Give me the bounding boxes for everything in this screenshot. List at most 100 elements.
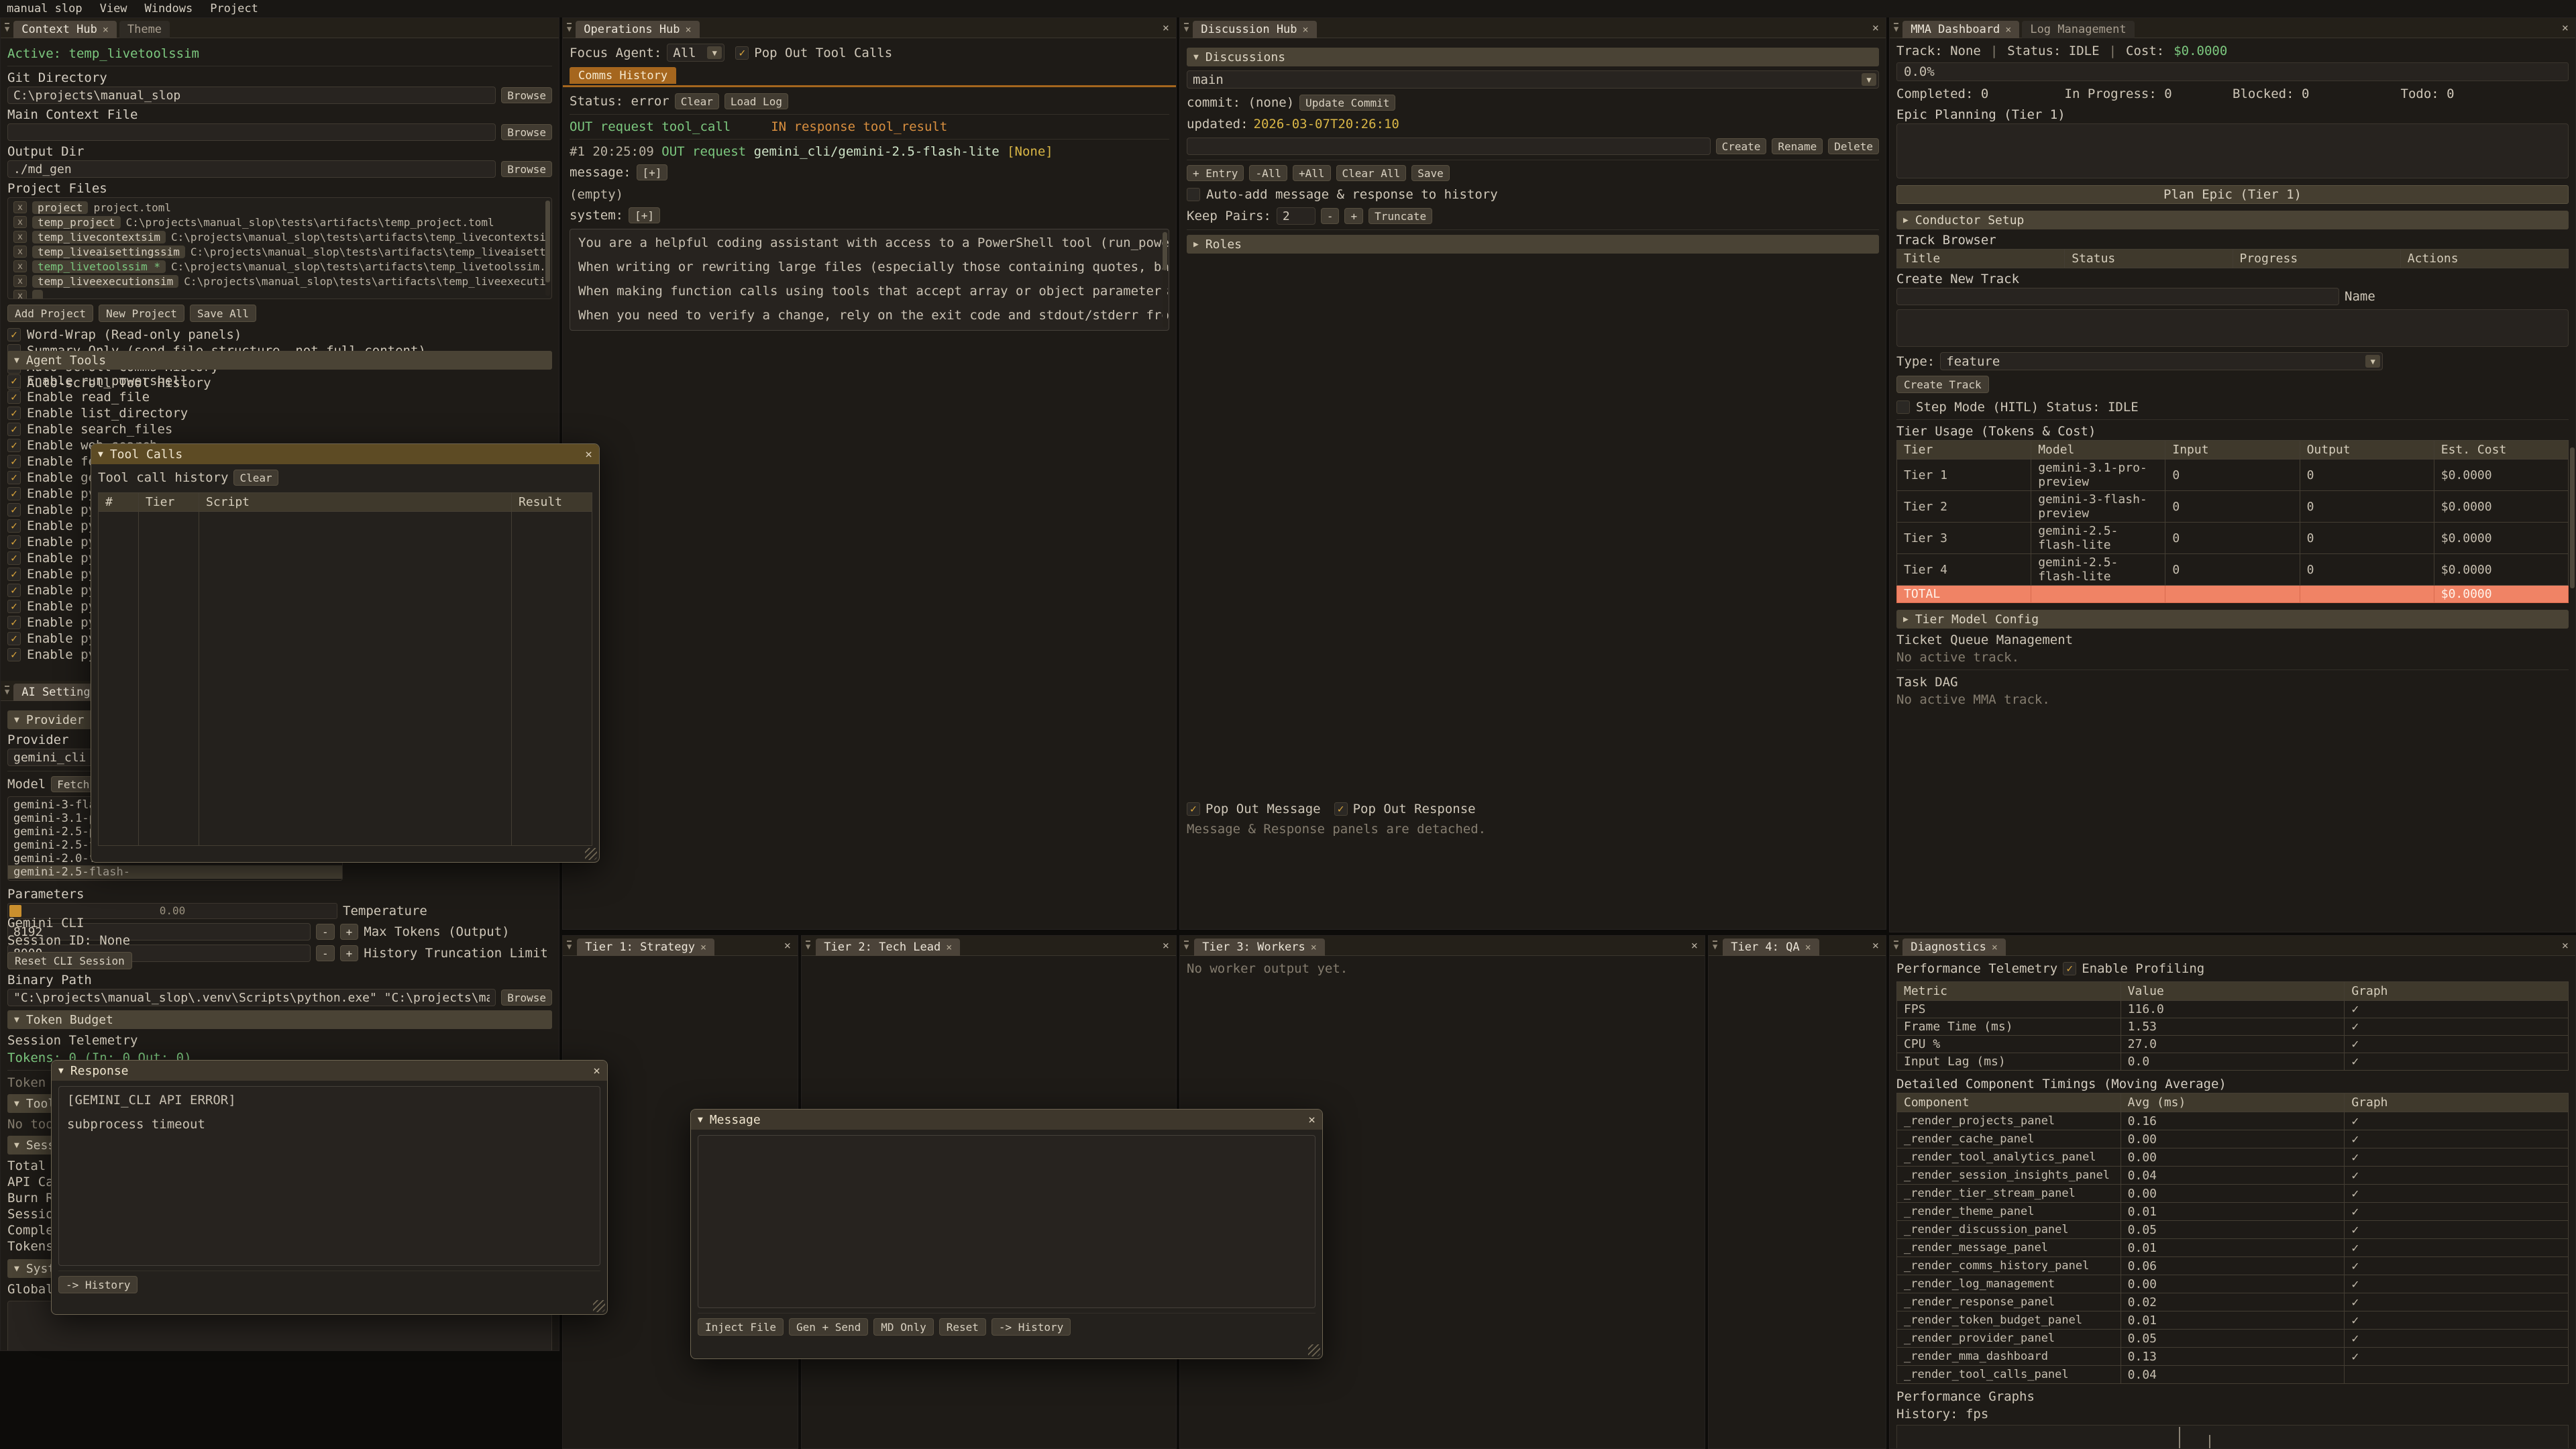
tab-close-icon[interactable]: × (946, 941, 952, 953)
tier-model-config-header[interactable]: ▶ Tier Model Config (1896, 610, 2569, 629)
filter-icon[interactable]: ▼ (567, 941, 572, 951)
panel-close-icon[interactable]: × (1872, 939, 1882, 953)
tool-toggle-row[interactable]: ✓ Enable list_directory (7, 406, 552, 421)
message-window[interactable]: ▼ Message × Inject FileGen + SendMD Only… (690, 1109, 1323, 1359)
checkbox[interactable]: ✓ (7, 551, 21, 565)
agent-tools-header[interactable]: ▼ Agent Tools (7, 351, 552, 370)
history-action-button[interactable]: -All (1249, 165, 1287, 181)
reset-cli-session-button[interactable]: Reset CLI Session (7, 952, 132, 969)
system-prompt-box[interactable]: You are a helpful coding assistant with … (570, 229, 1169, 331)
graph-checkbox[interactable] (2345, 1366, 2569, 1384)
history-action-button[interactable]: +All (1293, 165, 1331, 181)
tool-toggle-row[interactable]: ✓ Enable run_powershell (7, 374, 552, 388)
track-name-input[interactable] (1896, 288, 2339, 305)
filter-icon[interactable]: ▼ (1713, 941, 1717, 951)
history-action-button[interactable]: Save (1411, 165, 1450, 181)
project-file-row[interactable]: x temp_liveexecutionsim C:\projects\manu… (8, 274, 551, 288)
expand-system-button[interactable]: [+] (629, 207, 660, 223)
graph-checkbox[interactable]: ✓ (2345, 1053, 2569, 1071)
project-file-row[interactable]: x project project.toml (8, 200, 551, 215)
filter-icon[interactable]: ▼ (5, 23, 9, 33)
update-commit-button[interactable]: Update Commit (1299, 95, 1395, 111)
project-action-button[interactable]: Add Project (7, 305, 93, 322)
window-close-icon[interactable]: × (1308, 1113, 1316, 1127)
conductor-setup-header[interactable]: ▶ Conductor Setup (1896, 211, 2569, 229)
graph-checkbox[interactable]: ✓ (2345, 1203, 2569, 1221)
expand-message-button[interactable]: [+] (637, 164, 668, 180)
tab-theme[interactable]: Theme (119, 21, 170, 38)
checkbox[interactable]: ✓ (7, 407, 21, 420)
response-titlebar[interactable]: ▼ Response × (52, 1061, 607, 1081)
message-action-button[interactable]: Reset (939, 1318, 986, 1336)
resize-grip[interactable] (585, 848, 597, 860)
clear-button[interactable]: Clear (675, 93, 719, 109)
binary-path-input[interactable] (7, 989, 496, 1006)
graph-checkbox[interactable]: ✓ (2345, 1148, 2569, 1167)
enable-profiling-checkbox[interactable]: ✓ (2063, 962, 2076, 975)
rename-button[interactable]: Rename (1772, 138, 1823, 154)
panel-close-icon[interactable]: × (1691, 939, 1701, 953)
tab-context-hub[interactable]: Context Hub × (13, 21, 117, 38)
project-file-row[interactable]: x temp_livetoolssim * C:\projects\manual… (8, 259, 551, 274)
panel-close-icon[interactable]: × (2562, 939, 2571, 953)
epic-planning-textarea[interactable] (1896, 123, 2569, 178)
graph-checkbox[interactable]: ✓ (2345, 1293, 2569, 1311)
panel-close-icon[interactable]: × (2562, 21, 2571, 35)
checkbox[interactable]: ✓ (7, 471, 21, 484)
remove-file-button[interactable]: x (13, 231, 27, 243)
response-history-button[interactable]: -> History (58, 1276, 138, 1293)
project-file-row[interactable]: x temp_livecontextsim C:\projects\manual… (8, 229, 551, 244)
remove-file-button[interactable]: x (13, 290, 27, 299)
panel-close-icon[interactable]: × (784, 939, 794, 953)
message-action-button[interactable]: Gen + Send (789, 1318, 868, 1336)
message-action-button[interactable]: MD Only (873, 1318, 933, 1336)
mma-scrollbar[interactable] (2570, 447, 2575, 588)
tab-close-icon[interactable]: × (103, 23, 109, 36)
graph-checkbox[interactable]: ✓ (2345, 1130, 2569, 1148)
project-action-button[interactable]: Save All (190, 305, 256, 322)
graph-checkbox[interactable]: ✓ (2345, 1311, 2569, 1330)
tab-log-management[interactable]: Log Management (2022, 21, 2134, 38)
filter-icon[interactable]: ▼ (1894, 23, 1898, 33)
checkbox[interactable]: ✓ (7, 487, 21, 500)
project-files-list[interactable]: x project project.toml x temp_project C:… (7, 197, 552, 299)
tab-tier1[interactable]: Tier 1: Strategy × (577, 938, 714, 956)
checkbox[interactable]: ✓ (7, 455, 21, 468)
graph-checkbox[interactable]: ✓ (2345, 1239, 2569, 1257)
option-row[interactable]: ✓ Word-Wrap (Read-only panels) (7, 327, 552, 342)
files-scrollbar[interactable] (545, 201, 550, 296)
graph-checkbox[interactable]: ✓ (2345, 1112, 2569, 1130)
graph-checkbox[interactable]: ✓ (2345, 1275, 2569, 1293)
menu-item[interactable]: Windows (145, 2, 193, 15)
increment-button[interactable]: + (1344, 208, 1363, 224)
filter-icon[interactable]: ▼ (806, 941, 810, 951)
tool-calls-window[interactable]: ▼ Tool Calls × Tool call history Clear #… (91, 443, 600, 863)
panel-close-icon[interactable]: × (1163, 939, 1172, 953)
remove-file-button[interactable]: x (13, 246, 27, 258)
checkbox[interactable]: ✓ (7, 648, 21, 661)
truncate-button[interactable]: Truncate (1368, 208, 1432, 224)
checkbox[interactable]: ✓ (7, 519, 21, 533)
remove-file-button[interactable]: x (13, 275, 27, 287)
history-action-button[interactable]: Clear All (1336, 165, 1407, 181)
graph-checkbox[interactable]: ✓ (2345, 1036, 2569, 1053)
roles-header[interactable]: ▶ Roles (1187, 235, 1879, 254)
popout-message-checkbox[interactable]: ✓ (1187, 802, 1200, 816)
project-file-row[interactable]: x temp_project C:\projects\manual_slop\t… (8, 215, 551, 229)
checkbox[interactable]: ✓ (7, 503, 21, 517)
panel-close-icon[interactable]: × (1163, 21, 1172, 35)
graph-checkbox[interactable]: ✓ (2345, 1167, 2569, 1185)
checkbox[interactable]: ✓ (7, 390, 21, 404)
load-log-button[interactable]: Load Log (724, 93, 788, 109)
graph-checkbox[interactable]: ✓ (2345, 1018, 2569, 1036)
graph-checkbox[interactable]: ✓ (2345, 1001, 2569, 1018)
project-action-button[interactable]: New Project (99, 305, 184, 322)
checkbox[interactable]: ✓ (7, 616, 21, 629)
discussion-select[interactable]: main ▼ (1187, 70, 1879, 89)
resize-grip[interactable] (593, 1300, 605, 1312)
checkbox[interactable]: ✓ (7, 600, 21, 613)
graph-checkbox[interactable]: ✓ (2345, 1257, 2569, 1275)
discussions-header[interactable]: ▼ Discussions (1187, 48, 1879, 66)
comms-entry[interactable]: #1 20:25:09 OUT request gemini_cli/gemin… (570, 144, 1169, 159)
message-titlebar[interactable]: ▼ Message × (691, 1110, 1322, 1130)
